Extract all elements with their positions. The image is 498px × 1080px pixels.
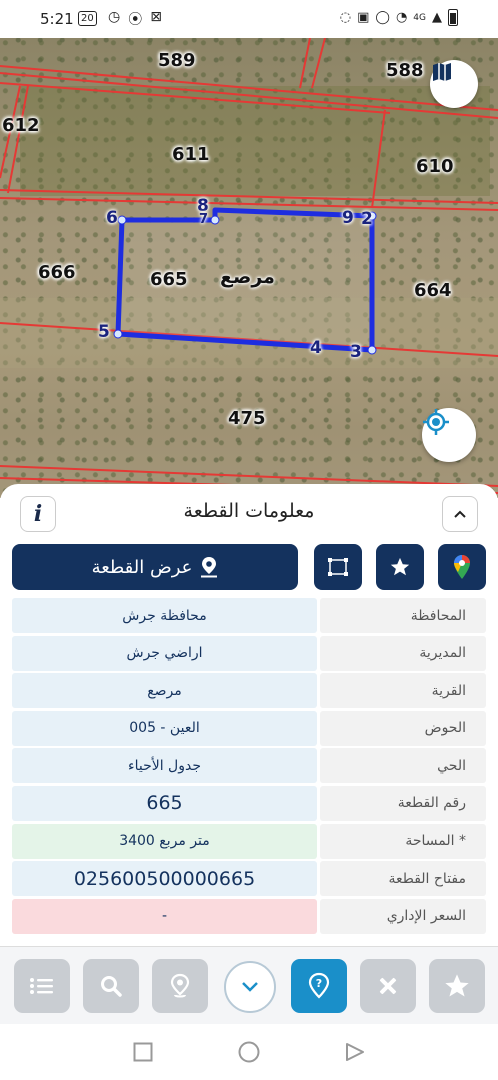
vertex-label: 6 [106,208,118,228]
app-icon: ▣ [357,10,370,25]
field-label: السعر الإداري [320,898,486,934]
system-nav-bar [0,1024,498,1080]
action-row: عرض القطعة [12,544,486,590]
list-button[interactable] [14,959,70,1013]
home-icon[interactable] [238,1041,260,1063]
fields-table: محافظة جرش المحافظة اراضي جرش المديرية م… [12,598,486,936]
my-location-button[interactable] [422,408,476,462]
favorite-button[interactable] [376,544,424,590]
plot-number[interactable]: 588 [386,60,424,81]
help-pin-button[interactable]: ? [291,959,347,1013]
village-name-label: مرصع [220,266,275,288]
field-value: اراضي جرش [12,635,317,671]
vertex-label: 9 [342,208,354,228]
polygon-icon [328,558,348,576]
field-value[interactable]: 025600500000665 [12,861,317,897]
signal-icon: ▲ [432,10,442,25]
field-label: الحوض [320,710,486,746]
field-row: مرصع القرية [12,673,486,709]
chevron-up-icon [454,510,466,518]
google-maps-button[interactable] [438,544,486,590]
vertex-label: 2 [361,209,373,229]
field-value: مرصع [12,673,317,709]
google-maps-icon [454,555,470,579]
vertex-label: 4 [310,338,322,358]
field-value: 3400 متر مربع [12,823,317,859]
field-value: محافظة جرش [12,598,317,633]
vertex-label: 5 [98,322,110,342]
field-value: - [12,898,317,934]
star-icon [390,557,410,576]
sheet-title: معلومات القطعة [183,500,315,522]
plot-number[interactable]: 664 [414,280,452,301]
field-value[interactable]: جدول الأحياء [12,748,317,784]
field-row: 3400 متر مربع المساحة * [12,823,486,859]
plot-number[interactable]: 589 [158,50,196,71]
plot-number[interactable]: 610 [416,156,454,177]
recents-icon[interactable] [133,1042,153,1062]
list-icon [30,978,53,994]
chat-icon: ◌ [339,10,352,25]
field-value: 665 [12,785,317,821]
search-button[interactable] [83,959,139,1013]
field-row: 665 رقم القطعة [12,785,486,821]
field-row: جدول الأحياء الحي [12,748,486,784]
field-label: المديرية [320,635,486,671]
plot-info-sheet: i معلومات القطعة عرض القطعة محافظة جرش ا… [0,484,498,946]
polygon-button[interactable] [314,544,362,590]
field-label: القرية [320,673,486,709]
vertex-label: 7 [199,212,209,227]
location-pin-button[interactable] [152,959,208,1013]
map-layers-button[interactable] [430,60,478,108]
status-time: 5:21 [40,10,74,28]
no-image-icon: ⊠ [150,9,162,25]
whatsapp-icon: ◯ [375,10,390,25]
collapse-button[interactable] [442,496,478,532]
field-row: اراضي جرش المديرية [12,635,486,671]
network-label: 4G [413,12,426,23]
bottom-toolbar: ? [0,946,498,1024]
search-icon [101,976,122,997]
plot-number[interactable]: 611 [172,144,210,165]
field-row: محافظة جرش المحافظة [12,598,486,633]
map-view[interactable]: 589 588 612 611 610 666 665 664 475 مرصع… [0,38,498,498]
field-row: 025600500000665 مفتاح القطعة [12,861,486,897]
field-label: رقم القطعة [320,785,486,821]
field-label: الحي [320,748,486,784]
field-label: المساحة * [320,823,486,859]
my-location-icon [423,409,449,435]
plot-number[interactable]: 475 [228,408,266,429]
plot-number[interactable]: 666 [38,262,76,283]
field-label: المحافظة [320,598,486,633]
status-bar: 5:21 20 ◷ ⦿ ⊠ ◌ ▣ ◯ ◔ 4G ▲ [0,0,498,38]
favorites-button[interactable] [429,959,485,1013]
field-row: - السعر الإداري [12,898,486,934]
help-pin-icon: ? [308,972,330,999]
status-badge: 20 [78,11,97,26]
plot-number[interactable]: 612 [2,115,40,136]
vertex-label: 3 [350,342,362,362]
location-pin-icon [170,973,190,998]
location-icon: ⦿ [128,12,143,28]
collapse-toolbar-button[interactable] [224,961,276,1013]
star-icon [445,974,469,997]
back-icon[interactable] [345,1042,365,1062]
battery-icon [448,9,458,26]
field-row: العين - 005 الحوض [12,710,486,746]
alarm-icon: ◷ [108,9,121,25]
svg-text:?: ? [316,977,322,990]
wifi-icon: ◔ [395,10,408,25]
chevron-down-icon [242,982,258,992]
map-pin-icon [201,557,218,578]
show-plot-button[interactable]: عرض القطعة [12,544,298,590]
tools-button[interactable] [360,959,416,1013]
tools-icon [379,977,397,995]
show-plot-label: عرض القطعة [91,556,193,578]
field-label: مفتاح القطعة [320,861,486,897]
plot-number-selected[interactable]: 665 [150,269,188,290]
field-value: العين - 005 [12,710,317,746]
map-layers-icon [433,63,451,81]
